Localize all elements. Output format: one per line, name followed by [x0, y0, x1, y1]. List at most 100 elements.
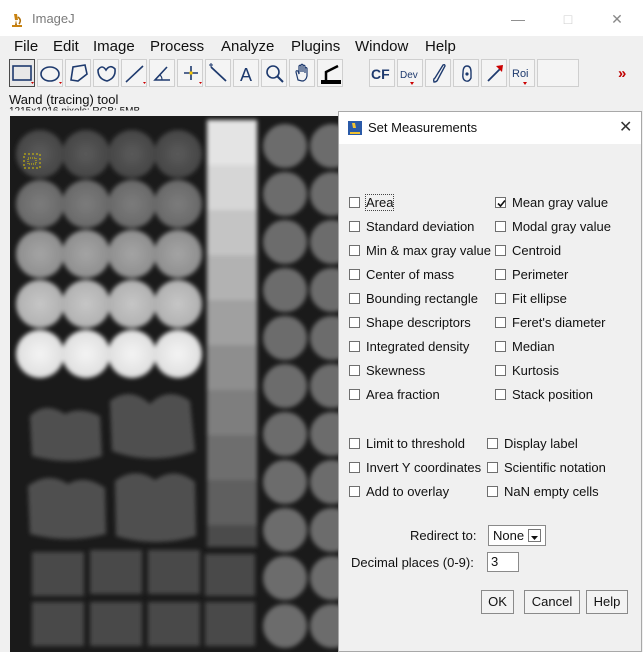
menu-help[interactable]: Help [425, 36, 456, 58]
checkbox-box[interactable] [487, 486, 498, 497]
checkbox-box[interactable] [495, 389, 506, 400]
help-button[interactable]: Help [586, 590, 628, 614]
checkmark-icon [497, 199, 506, 208]
checkbox-box[interactable] [349, 365, 360, 376]
magnifier-icon [266, 65, 284, 83]
checkbox-box-checked[interactable] [495, 197, 506, 208]
toolbar: A CF Dev Roi » [0, 58, 643, 90]
checkbox-box[interactable] [495, 365, 506, 376]
cf-tool-button[interactable]: CF [369, 59, 395, 87]
dev-tool-button[interactable]: Dev [397, 59, 423, 87]
set-measurements-dialog: Set Measurements ✕ Area Standard deviati… [338, 111, 642, 652]
polygon-tool-button[interactable] [65, 59, 91, 87]
flood-fill-icon [462, 65, 472, 82]
checkbox-box[interactable] [495, 221, 506, 232]
checkbox-box[interactable] [495, 293, 506, 304]
cancel-button[interactable]: Cancel [524, 590, 580, 614]
checkbox-box[interactable] [349, 221, 360, 232]
dialog-close-button[interactable]: ✕ [619, 117, 632, 137]
roi-tool-button[interactable]: Roi [509, 59, 535, 87]
menu-bar: File Edit Image Process Analyze Plugins … [0, 36, 643, 58]
checkbox-box[interactable] [349, 245, 360, 256]
cf-icon: CF [371, 66, 390, 82]
checkbox-label: Limit to threshold [366, 436, 465, 451]
checkbox-label: NaN empty cells [504, 484, 599, 499]
rectangle-tool-button[interactable] [9, 59, 35, 87]
ok-button[interactable]: OK [481, 590, 514, 614]
angle-tool-button[interactable] [149, 59, 175, 87]
checkbox-label: Mean gray value [512, 195, 609, 210]
oval-tool-button[interactable] [37, 59, 63, 87]
maximize-button[interactable]: □ [556, 8, 580, 30]
checkbox-label: Min & max gray value [366, 243, 491, 258]
checkbox-label: Shape descriptors [366, 315, 471, 330]
checkbox-label: Scientific notation [504, 460, 606, 475]
checkbox-box[interactable] [487, 438, 498, 449]
menu-edit[interactable]: Edit [53, 36, 79, 58]
checkbox-label: Fit ellipse [512, 291, 567, 306]
checkbox-box[interactable] [487, 462, 498, 473]
checkbox-box[interactable] [349, 197, 360, 208]
checkbox-label: Area [364, 194, 395, 211]
menu-plugins[interactable]: Plugins [291, 36, 340, 58]
checkbox-label: Feret's diameter [512, 315, 606, 330]
checkbox-box[interactable] [349, 293, 360, 304]
checkbox-box[interactable] [349, 317, 360, 328]
menu-process[interactable]: Process [150, 36, 204, 58]
text-icon: A [240, 65, 252, 85]
wand-tool-button[interactable] [205, 59, 231, 87]
oval-icon [40, 66, 62, 84]
empty-tool-slot [537, 59, 579, 87]
checkbox-box[interactable] [495, 245, 506, 256]
checkbox-label: Modal gray value [512, 219, 611, 234]
checkbox-box[interactable] [349, 389, 360, 400]
dialog-title: Set Measurements [368, 120, 478, 135]
checkbox-box[interactable] [495, 269, 506, 280]
dropdown-arrow-icon[interactable] [528, 529, 541, 542]
magnifying-glass-tool-button[interactable] [261, 59, 287, 87]
checkbox-box[interactable] [349, 462, 360, 473]
line-icon [125, 65, 146, 84]
brush-tool-button[interactable] [425, 59, 451, 87]
checkbox-label: Invert Y coordinates [366, 460, 482, 475]
svg-text:»: » [618, 65, 626, 82]
dev-label: Dev [400, 70, 418, 81]
redirect-select[interactable]: None [488, 525, 546, 546]
scrolling-tool-button[interactable] [289, 59, 315, 87]
checkbox-box[interactable] [349, 341, 360, 352]
image-canvas[interactable] [10, 116, 343, 652]
multi-point-tool-button[interactable] [177, 59, 203, 87]
close-window-button[interactable]: ✕ [605, 8, 629, 30]
checkbox-label: Centroid [512, 243, 562, 258]
checkbox-box[interactable] [495, 317, 506, 328]
decimal-places-input[interactable]: 3 [487, 552, 519, 572]
menu-analyze[interactable]: Analyze [221, 36, 274, 58]
arrow-icon [487, 65, 503, 82]
menu-file[interactable]: File [14, 36, 38, 58]
checkbox-box[interactable] [349, 438, 360, 449]
checkbox-box[interactable] [495, 341, 506, 352]
menu-window[interactable]: Window [355, 36, 408, 58]
straight-line-tool-button[interactable] [121, 59, 147, 87]
rectangle-icon [12, 65, 34, 84]
checkbox-box[interactable] [349, 486, 360, 497]
flood-fill-tool-button[interactable] [453, 59, 479, 87]
image-info-text: 1215x1016 pixels; RGB; 5MB [9, 106, 141, 117]
color-picker-tool-button[interactable] [317, 59, 343, 87]
freehand-tool-button[interactable] [93, 59, 119, 87]
window-title: ImageJ [32, 11, 75, 26]
checkbox-label: Add to overlay [366, 484, 450, 499]
wand-icon [209, 63, 227, 82]
minimize-button[interactable]: — [506, 8, 530, 30]
arrow-tool-button[interactable] [481, 59, 507, 87]
text-tool-button[interactable]: A [233, 59, 259, 87]
checkbox-label: Median [512, 339, 555, 354]
grayscale-image [10, 116, 343, 652]
checkbox-label: Standard deviation [366, 219, 475, 234]
checkbox-box[interactable] [349, 269, 360, 280]
menu-image[interactable]: Image [93, 36, 135, 58]
decimal-places-label: Decimal places (0-9): [351, 555, 474, 570]
freehand-icon [97, 65, 116, 82]
more-tools-button[interactable]: » [612, 59, 643, 87]
